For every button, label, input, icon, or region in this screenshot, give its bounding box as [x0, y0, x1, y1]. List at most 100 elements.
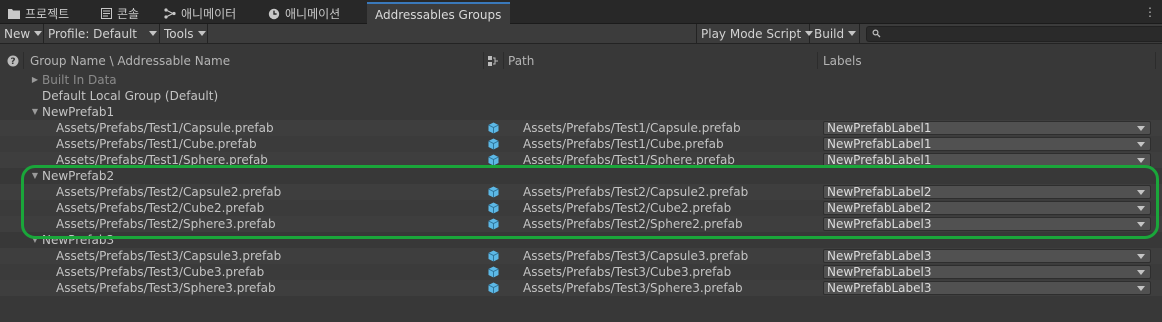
dropdown-arrow-icon	[1137, 190, 1145, 195]
window-menu-icon[interactable]: ⋮	[1144, 6, 1156, 18]
animator-icon	[164, 8, 176, 20]
label-value: NewPrefabLabel1	[827, 121, 932, 135]
play-mode-script-dropdown[interactable]: Play Mode Script	[696, 24, 814, 43]
asset-name: Assets/Prefabs/Test3/Cube3.prefab	[56, 265, 265, 279]
group-name: NewPrefab1	[42, 105, 115, 119]
asset-entry-row[interactable]: Assets/Prefabs/Test1/Cube.prefab Assets/P…	[0, 136, 1162, 152]
asset-entry-row[interactable]: Assets/Prefabs/Test3/Sphere3.prefab Asset…	[0, 280, 1162, 296]
svg-text:?: ?	[10, 57, 15, 67]
labels-dropdown[interactable]: NewPrefabLabel3	[823, 249, 1151, 263]
labels-dropdown[interactable]: NewPrefabLabel2	[823, 201, 1151, 215]
labels-dropdown[interactable]: NewPrefabLabel1	[823, 121, 1151, 135]
label-value: NewPrefabLabel1	[827, 137, 932, 151]
asset-name: Assets/Prefabs/Test2/Capsule2.prefab	[56, 185, 282, 199]
console-icon	[100, 8, 112, 20]
column-labels[interactable]: Labels	[823, 52, 862, 69]
column-divider[interactable]	[503, 52, 504, 69]
dropdown-arrow-icon	[1137, 158, 1145, 163]
tab-addressables-groups[interactable]: Addressables Groups	[367, 2, 510, 25]
asset-entry-row[interactable]: Assets/Prefabs/Test1/Sphere.prefab Assets…	[0, 152, 1162, 168]
group-name: NewPrefab2	[42, 169, 115, 183]
labels-dropdown[interactable]: NewPrefabLabel2	[823, 185, 1151, 199]
dropdown-arrow-icon	[1137, 286, 1145, 291]
asset-path: Assets/Prefabs/Test2/Cube2.prefab	[523, 201, 732, 215]
search-icon	[872, 27, 882, 41]
group-name: Default Local Group (Default)	[42, 89, 219, 103]
column-divider[interactable]	[483, 52, 484, 69]
build-dropdown[interactable]: Build	[810, 24, 860, 43]
column-divider[interactable]	[1155, 52, 1156, 69]
tab-console[interactable]: 콘솔	[92, 3, 156, 24]
labels-dropdown[interactable]: NewPrefabLabel3	[823, 281, 1151, 295]
dropdown-arrow-icon	[1137, 270, 1145, 275]
group-row[interactable]: ▼ NewPrefab3	[0, 232, 1162, 248]
asset-path: Assets/Prefabs/Test1/Cube.prefab	[523, 137, 724, 151]
animation-clock-icon	[268, 8, 280, 20]
prefab-icon	[488, 202, 499, 214]
group-row[interactable]: ▶ Built In Data	[0, 72, 1162, 88]
asset-entry-row[interactable]: Assets/Prefabs/Test1/Capsule.prefab Asset…	[0, 120, 1162, 136]
tools-dropdown[interactable]: Tools	[160, 24, 208, 43]
tab-animator[interactable]: 애니메이터	[156, 3, 260, 24]
asset-entry-row[interactable]: Assets/Prefabs/Test3/Capsule3.prefab Asse…	[0, 248, 1162, 264]
labels-dropdown[interactable]: NewPrefabLabel1	[823, 153, 1151, 167]
tab-label: 애니메이션	[285, 7, 341, 21]
asset-entry-row[interactable]: Assets/Prefabs/Test3/Cube3.prefab Assets/…	[0, 264, 1162, 280]
foldout-expanded-icon[interactable]: ▼	[30, 168, 40, 184]
asset-entry-row[interactable]: Assets/Prefabs/Test2/Cube2.prefab Assets/…	[0, 200, 1162, 216]
prefab-icon	[488, 154, 499, 166]
prefab-icon	[488, 282, 499, 294]
dropdown-arrow-icon	[1137, 142, 1145, 147]
group-row[interactable]: ▼ NewPrefab1	[0, 104, 1162, 120]
tab-project[interactable]: 프로젝트	[0, 3, 92, 24]
foldout-expanded-icon[interactable]: ▼	[30, 104, 40, 120]
group-row[interactable]: ▼ NewPrefab2	[0, 168, 1162, 184]
asset-type-column-icon[interactable]	[488, 52, 498, 69]
column-divider[interactable]	[817, 52, 818, 69]
group-name: Built In Data	[42, 73, 117, 87]
foldout-collapsed-icon[interactable]: ▶	[30, 72, 40, 88]
prefab-icon	[488, 250, 499, 262]
label-value: NewPrefabLabel3	[827, 249, 932, 263]
group-name: NewPrefab3	[42, 233, 115, 247]
asset-path: Assets/Prefabs/Test2/Sphere2.prefab	[523, 217, 743, 231]
play-mode-label: Play Mode Script	[701, 26, 802, 41]
dropdown-arrow-icon	[149, 31, 158, 36]
tab-animation[interactable]: 애니메이션	[260, 3, 366, 24]
asset-path: Assets/Prefabs/Test1/Sphere.prefab	[523, 153, 735, 167]
labels-dropdown[interactable]: NewPrefabLabel1	[823, 137, 1151, 151]
column-group-name[interactable]: Group Name \ Addressable Name	[30, 52, 230, 69]
tab-label: Addressables Groups	[375, 7, 502, 22]
asset-name: Assets/Prefabs/Test3/Sphere3.prefab	[56, 281, 276, 295]
asset-entry-row[interactable]: Assets/Prefabs/Test2/Sphere3.prefab Asset…	[0, 216, 1162, 232]
window-tab-bar: 프로젝트 콘솔 애니메이터 애니메이션 Addressables Groups …	[0, 0, 1162, 25]
prefab-icon	[488, 138, 499, 150]
label-value: NewPrefabLabel2	[827, 201, 932, 215]
prefab-icon	[488, 122, 499, 134]
labels-dropdown[interactable]: NewPrefabLabel3	[823, 265, 1151, 279]
foldout-expanded-icon[interactable]: ▼	[30, 232, 40, 248]
label-value: NewPrefabLabel1	[827, 153, 932, 167]
profile-label: Profile: Default	[48, 26, 138, 41]
asset-entry-row[interactable]: Assets/Prefabs/Test2/Capsule2.prefab Asse…	[0, 184, 1162, 200]
label-value: NewPrefabLabel3	[827, 265, 932, 279]
prefab-icon	[488, 218, 499, 230]
dropdown-arrow-icon	[197, 31, 206, 36]
dropdown-arrow-icon	[1137, 206, 1145, 211]
tab-label: 콘솔	[117, 7, 140, 21]
labels-dropdown[interactable]: NewPrefabLabel3	[823, 217, 1151, 231]
prefab-icon	[488, 266, 499, 278]
column-header: ? Group Name \ Addressable Name Path Lab…	[0, 52, 1162, 69]
profile-dropdown[interactable]: Profile: Default	[44, 24, 160, 43]
column-path[interactable]: Path	[508, 52, 534, 69]
search-field[interactable]	[866, 26, 1162, 42]
dropdown-arrow-icon	[848, 31, 857, 36]
asset-name: Assets/Prefabs/Test1/Sphere.prefab	[56, 153, 268, 167]
groups-tree: ▶ Built In Data Default Local Group (Defau…	[0, 72, 1162, 296]
asset-name: Assets/Prefabs/Test1/Cube.prefab	[56, 137, 257, 151]
help-icon[interactable]: ?	[7, 52, 19, 69]
label-value: NewPrefabLabel2	[827, 185, 932, 199]
column-divider[interactable]	[23, 52, 24, 69]
group-row[interactable]: Default Local Group (Default)	[0, 88, 1162, 104]
new-dropdown[interactable]: New	[0, 24, 44, 43]
